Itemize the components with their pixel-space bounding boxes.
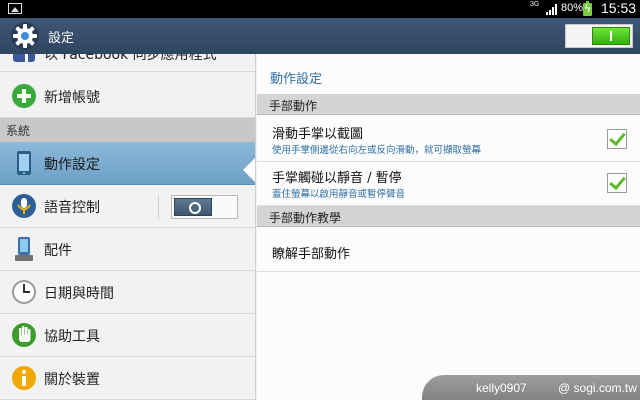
- section-header-label: 手部動作教學: [269, 211, 342, 225]
- voice-control-icon: [12, 194, 36, 218]
- clock-time: 15:53: [601, 0, 637, 16]
- section-header-system: 系統: [0, 118, 255, 142]
- sidebar-item-label: 語音控制: [44, 200, 100, 216]
- watermark-site: @ sogi.com.tw: [558, 381, 637, 395]
- network-type: 3G: [530, 1, 540, 8]
- voice-control-toggle[interactable]: [171, 195, 238, 219]
- panel-title: 動作設定: [270, 72, 323, 87]
- add-account-icon: [12, 84, 36, 108]
- accessory-icon: [15, 237, 33, 261]
- palm-touch-checkbox[interactable]: [607, 173, 627, 193]
- palm-swipe-capture-row[interactable]: 滑動手掌以截圖 使用手掌側邊從右向左或反向滑動，就可擷取螢幕: [257, 116, 640, 162]
- sidebar-item-label: 日期與時間: [44, 286, 114, 302]
- sidebar-item-date-time[interactable]: 日期與時間: [0, 271, 255, 314]
- sidebar-item-add-account[interactable]: 新增帳號: [0, 75, 255, 118]
- setting-title: 瞭解手部動作: [272, 247, 351, 262]
- sidebar-item-motion[interactable]: 動作設定: [0, 142, 255, 185]
- sidebar-item-label: 新增帳號: [44, 90, 100, 106]
- settings-sidebar: 以 Facebook 同步應用程式 新增帳號 系統 動作設定 語音控制 配件 日…: [0, 54, 256, 400]
- sidebar-item-accessory[interactable]: 配件: [0, 228, 255, 271]
- signal-icon: [546, 4, 557, 15]
- watermark-user: kelly0907: [476, 381, 527, 395]
- divider: [158, 195, 159, 219]
- accessibility-hand-icon: [12, 323, 36, 347]
- section-header-label: 系統: [6, 124, 31, 138]
- settings-gear-icon[interactable]: [10, 21, 40, 51]
- section-header-label: 手部動作: [269, 99, 318, 113]
- motion-master-switch[interactable]: [565, 24, 633, 48]
- info-icon: [12, 366, 36, 390]
- motion-settings-panel: 動作設定 手部動作 滑動手掌以截圖 使用手掌側邊從右向左或反向滑動，就可擷取螢幕…: [257, 54, 640, 400]
- setting-title: 滑動手掌以截圖: [272, 127, 364, 142]
- sidebar-item-label: 協助工具: [44, 329, 100, 345]
- sidebar-item-about-device[interactable]: 關於裝置: [0, 357, 255, 400]
- toggle-thumb-off: [174, 198, 212, 216]
- battery-charging-icon: [583, 1, 592, 16]
- setting-summary: 使用手掌側邊從右向左或反向滑動，就可擷取螢幕: [272, 145, 482, 156]
- learn-hand-motions-row[interactable]: 瞭解手部動作: [257, 228, 640, 272]
- section-header-hand-motion: 手部動作: [257, 94, 640, 115]
- sidebar-item-accessibility[interactable]: 協助工具: [0, 314, 255, 357]
- palm-swipe-checkbox[interactable]: [607, 129, 627, 149]
- palm-touch-mute-row[interactable]: 手掌觸碰以靜音 / 暫停 蓋住螢幕以啟用靜音或暫停聲音: [257, 162, 640, 206]
- facebook-icon: [13, 54, 35, 62]
- gallery-icon: [8, 3, 22, 14]
- status-bar: 3G 80% 15:53: [0, 0, 640, 18]
- setting-title: 手掌觸碰以靜音 / 暫停: [272, 171, 402, 186]
- motion-icon: [17, 151, 31, 175]
- page-title: 設定: [48, 31, 75, 46]
- sidebar-item-label: 配件: [44, 243, 72, 259]
- battery-percent: 80%: [561, 2, 584, 14]
- watermark-banner: kelly0907 @ sogi.com.tw: [422, 375, 640, 400]
- section-header-hand-motion-tutorial: 手部動作教學: [257, 206, 640, 227]
- clock-icon: [12, 280, 36, 304]
- sidebar-item-facebook-sync[interactable]: 以 Facebook 同步應用程式: [0, 54, 255, 72]
- sidebar-item-label: 以 Facebook 同步應用程式: [44, 54, 217, 63]
- sidebar-item-voice-control[interactable]: 語音控制: [0, 185, 255, 228]
- sidebar-item-label: 動作設定: [44, 157, 100, 173]
- switch-thumb-on: [592, 27, 630, 45]
- action-bar: 設定: [0, 18, 640, 54]
- setting-summary: 蓋住螢幕以啟用靜音或暫停聲音: [272, 189, 406, 200]
- sidebar-item-label: 關於裝置: [44, 372, 100, 388]
- selection-pointer: [243, 156, 255, 184]
